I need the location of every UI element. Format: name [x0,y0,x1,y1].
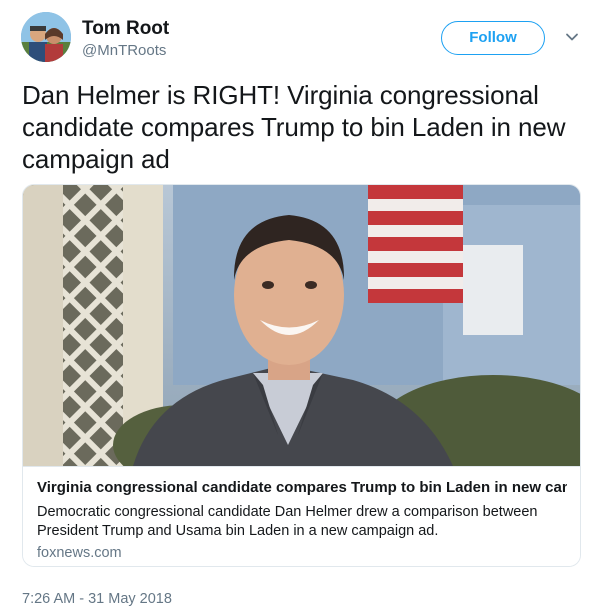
follow-button[interactable]: Follow [441,21,545,55]
profile-photo-icon [21,12,71,62]
author-display-name[interactable]: Tom Root [82,18,169,40]
chevron-down-icon[interactable] [565,30,579,44]
card-body: Virginia congressional candidate compare… [23,466,580,566]
card-title[interactable]: Virginia congressional candidate compare… [37,479,567,496]
author-handle[interactable]: @MnTRoots [82,42,166,59]
avatar[interactable] [21,12,71,62]
card-description: Democratic congressional candidate Dan H… [37,504,538,539]
tweet-timestamp[interactable]: 7:26 AM - 31 May 2018 [22,591,172,607]
card-domain: foxnews.com [37,545,122,561]
link-card[interactable]: Virginia congressional candidate compare… [22,184,581,567]
tweet-text: Dan Helmer is RIGHT! Virginia congressio… [22,80,566,174]
card-image [23,185,580,495]
